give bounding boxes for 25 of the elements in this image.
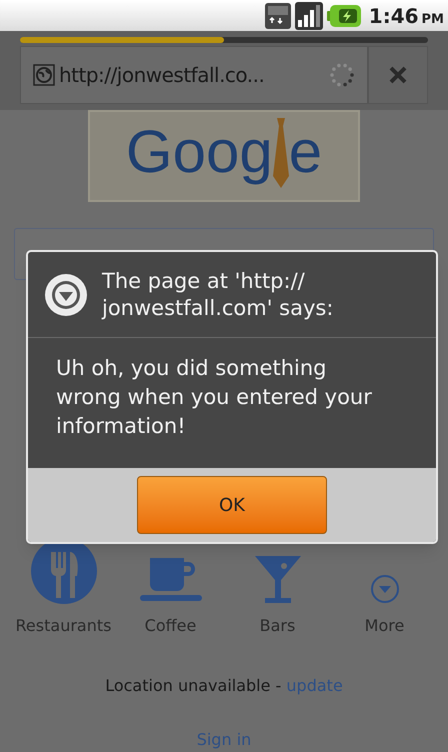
- category-label[interactable]: Bars: [260, 614, 296, 638]
- category-label[interactable]: Restaurants: [16, 614, 112, 638]
- category-label[interactable]: Coffee: [144, 614, 196, 638]
- update-link[interactable]: update: [286, 674, 343, 698]
- clock: 1:46 PM: [368, 2, 444, 30]
- globe-icon: [33, 64, 55, 86]
- logo-text: Goog: [126, 122, 273, 182]
- dialog-title: The page at 'http:// jonwestfall.com' says:: [102, 268, 334, 322]
- close-icon: [388, 65, 408, 85]
- dropdown-circle-icon: [44, 272, 88, 316]
- close-button[interactable]: [368, 46, 428, 104]
- cocktail-glass-icon: [254, 554, 300, 604]
- 3g-data-icon: [264, 2, 291, 28]
- battery-charging-icon: [326, 4, 361, 26]
- location-status: Location unavailable -: [105, 675, 282, 697]
- dialog-message: Uh oh, you did something wrong when you entered your information!: [56, 355, 373, 440]
- necktie-icon: [272, 118, 289, 188]
- dropdown-circle-icon: [370, 574, 400, 604]
- url-text: http://jonwestfall.co...: [59, 62, 264, 89]
- url-field[interactable]: http://jonwestfall.co...: [20, 46, 368, 104]
- logo-text: e: [288, 122, 322, 182]
- category-label[interactable]: More: [364, 614, 404, 638]
- ok-button[interactable]: OK: [137, 476, 327, 534]
- sign-in-link[interactable]: Sign in: [196, 728, 252, 752]
- signal-icon: [294, 2, 323, 30]
